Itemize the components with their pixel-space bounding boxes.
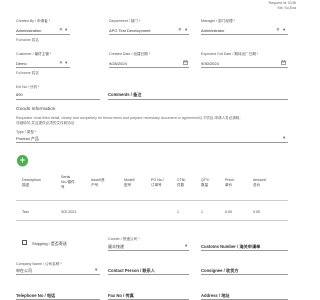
- table-divider: [16, 220, 288, 221]
- column-header-price: Price/单价: [225, 178, 234, 188]
- column-header-line: 单价: [225, 183, 233, 188]
- table-cell-amount: 0.00: [253, 210, 260, 214]
- column-header-line: 型号: [124, 183, 132, 188]
- column-header-serial-no: Serial No./部件号: [61, 175, 75, 191]
- column-header-model: Model/型号: [124, 178, 135, 188]
- column-header-po-no: PO No./订单号: [151, 178, 164, 188]
- customer-hint: Fullname 姓名: [16, 71, 39, 75]
- company-select[interactable]: [16, 274, 100, 275]
- chevron-down-icon[interactable]: ▾: [283, 135, 285, 140]
- expected-out-date-field[interactable]: [201, 67, 288, 68]
- clear-icon[interactable]: ✕: [59, 60, 63, 65]
- table-cell-serial-no: SOI-2021: [61, 210, 77, 214]
- table-divider: [16, 200, 288, 201]
- manager-field[interactable]: [201, 34, 288, 35]
- type-select[interactable]: [16, 142, 288, 143]
- customer-label: Customer / 最终主管 *: [16, 52, 52, 56]
- chevron-down-icon[interactable]: ▾: [95, 267, 97, 272]
- department-field[interactable]: [109, 34, 189, 35]
- chevron-down-icon[interactable]: ▾: [283, 27, 285, 32]
- created-by-hint: Fullname 姓名: [16, 38, 39, 42]
- table-cell-ctn: 1: [177, 210, 179, 214]
- clear-icon[interactable]: ✕: [276, 27, 280, 32]
- created-date-value: 9/28/2024: [109, 61, 127, 66]
- request-id: Request Id: 0136: [268, 1, 296, 5]
- calendar-icon[interactable]: [281, 60, 286, 65]
- customer-field[interactable]: [16, 67, 70, 68]
- table-cell-description: Test: [22, 210, 29, 214]
- expected-out-date-value: 9/30/2024: [201, 61, 219, 66]
- clear-icon[interactable]: ✕: [178, 27, 182, 32]
- add-item-button[interactable]: +: [17, 155, 28, 166]
- column-header-line: 订单号: [151, 183, 162, 188]
- created-by-label: Created By / 申请者 *: [16, 19, 51, 23]
- chevron-down-icon[interactable]: ▾: [65, 27, 67, 32]
- expected-out-date-label: Expected Out Date / 期待出厂日期 *: [201, 52, 259, 56]
- ext-no-label: Ext No / 分机 *: [16, 85, 40, 89]
- clear-icon[interactable]: ✕: [59, 27, 63, 32]
- created-by-value: Administration: [16, 28, 42, 33]
- chevron-down-icon[interactable]: ▾: [65, 60, 67, 65]
- goods-title: Goods Information: [16, 107, 56, 112]
- comments-field[interactable]: [108, 99, 288, 100]
- courier-select[interactable]: [108, 250, 189, 251]
- column-header-ctn: CTN/件数: [177, 178, 185, 188]
- contact-person-field[interactable]: [108, 274, 189, 275]
- courier-label: Courier / 快递公司 *: [108, 237, 140, 241]
- created-date-field[interactable]: [109, 67, 189, 68]
- chevron-down-icon[interactable]: ▾: [185, 243, 187, 248]
- chevron-down-icon[interactable]: ▾: [185, 27, 187, 32]
- status-badge: Sts: Su.Exa: [277, 5, 296, 10]
- goods-instruction-2: 详细填写,并且提供必须的文件和协议: [16, 121, 75, 125]
- column-header-line: 产号: [91, 183, 99, 188]
- department-value: APG Test Development: [109, 28, 151, 33]
- customer-value: Demo: [16, 61, 27, 66]
- created-by-field[interactable]: [16, 34, 70, 35]
- table-header: Description/描述 Serial No./部件号 Asset/资 产号 Mode…: [0, 175, 300, 198]
- column-header-asset: Asset/资 产号: [91, 178, 105, 188]
- column-header-qty: QTY/数量: [201, 178, 209, 188]
- ext-no-value: 890: [16, 92, 23, 97]
- column-header-line: 数量: [201, 183, 209, 188]
- column-header-line: 描述: [22, 183, 30, 188]
- customs-field[interactable]: [201, 250, 288, 251]
- manager-label: Manager / 部门经理 *: [201, 19, 235, 23]
- column-header-line: 总价: [253, 183, 261, 188]
- calendar-icon[interactable]: [183, 60, 188, 65]
- column-header-description: Description/描述: [22, 178, 41, 188]
- table-cell-qty: 1: [201, 210, 203, 214]
- department-label: Department / 部门 *: [109, 19, 141, 23]
- type-label: Type / 类型 *: [16, 130, 37, 134]
- shipping-label: Shipping / 是否寄送: [32, 241, 67, 246]
- comments-label: Comments / 备注: [108, 92, 142, 97]
- table-row[interactable]: Test SOI-2021 1 1 0.00 0.00: [0, 210, 300, 216]
- ext-no-field[interactable]: [16, 99, 100, 100]
- table-cell-price: 0.00: [225, 210, 232, 214]
- column-header-line: 件数: [177, 183, 185, 188]
- shipping-checkbox[interactable]: [22, 240, 27, 245]
- manager-value: Administrator: [201, 28, 225, 33]
- plus-icon: +: [19, 155, 26, 165]
- created-date-label: Created Date / 创建日期 *: [109, 52, 151, 56]
- consignee-field[interactable]: [201, 274, 288, 275]
- company-label: Company Name / 公司名称 *: [16, 262, 62, 266]
- column-header-line: 号: [61, 185, 65, 190]
- column-header-amount: Amount/总价: [253, 178, 266, 188]
